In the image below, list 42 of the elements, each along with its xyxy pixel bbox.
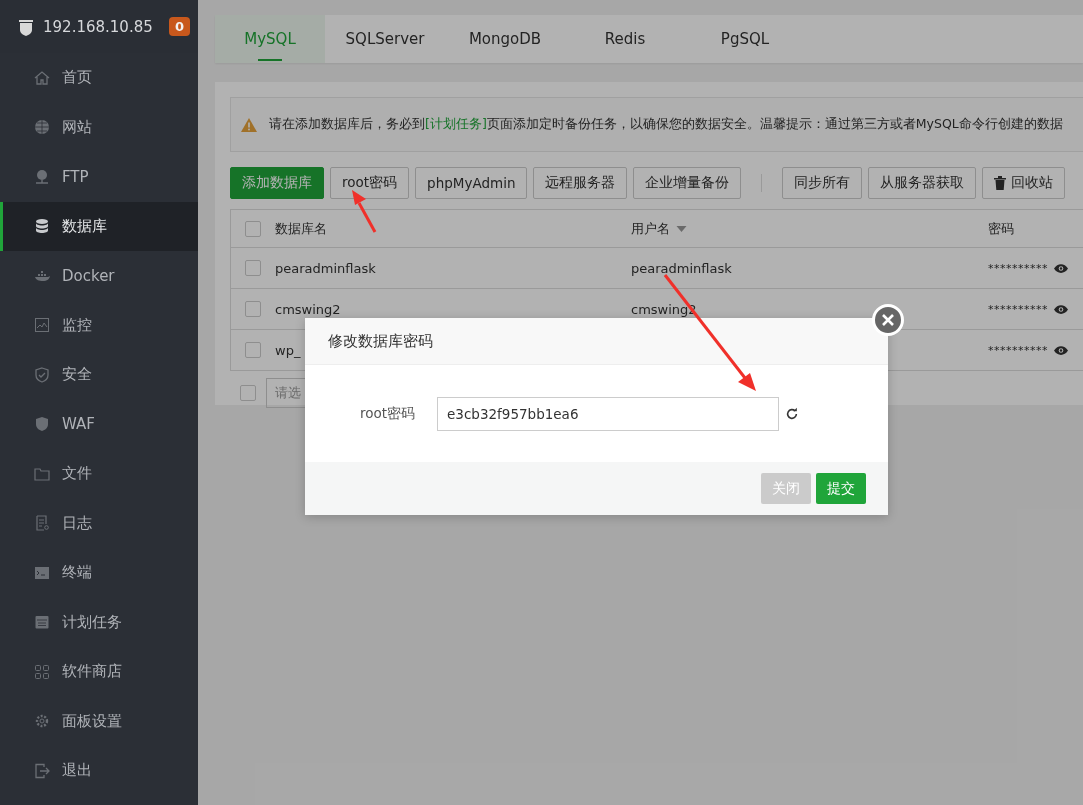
toolbar-button[interactable]: 从服务器获取: [868, 167, 977, 199]
nav-item[interactable]: 终端: [0, 548, 198, 598]
nav-item[interactable]: 网站: [0, 102, 198, 152]
nav-item[interactable]: Docker: [0, 251, 198, 301]
database-tab[interactable]: Redis: [565, 15, 685, 63]
table-cell: cmswing2: [275, 301, 341, 317]
toolbar-button[interactable]: 远程服务器: [533, 167, 628, 199]
nav-item[interactable]: 日志: [0, 498, 198, 548]
nav-item[interactable]: 软件商店: [0, 647, 198, 697]
nav-item[interactable]: 首页: [0, 53, 198, 103]
server-address: 192.168.10.85: [43, 17, 154, 36]
nav-item[interactable]: 安全: [0, 350, 198, 400]
password-input[interactable]: e3cb32f957bb1ea6: [437, 396, 779, 431]
table-cell: wp_: [275, 342, 301, 358]
database-tab[interactable]: PgSQL: [685, 15, 805, 63]
database-tab[interactable]: MongoDB: [445, 15, 565, 63]
toolbar-button[interactable]: phpMyAdmin: [415, 167, 528, 199]
masked-password: **********: [988, 342, 1048, 358]
notice-text: 请在添加数据库后，务必到[计划任务]页面添加定时备份任务，以确保您的数据安全。温馨提示：通过第三方或者MySQL命令行创建的数据: [269, 116, 1063, 133]
table-cell: pearadminflask: [631, 260, 732, 276]
column-header[interactable]: 用户名: [631, 221, 687, 236]
toolbar-button[interactable]: root密码: [330, 167, 410, 199]
notification-badge[interactable]: 0: [168, 17, 190, 36]
toolbar-button[interactable]: 回收站: [982, 167, 1066, 199]
masked-password: **********: [988, 301, 1048, 317]
toolbar-button[interactable]: 同步所有: [782, 167, 863, 199]
database-tab[interactable]: SQLServer: [325, 15, 445, 63]
nav-item[interactable]: 监控: [0, 300, 198, 350]
column-header[interactable]: 数据库名: [275, 221, 327, 236]
nav-item[interactable]: 退出: [0, 746, 198, 796]
nav-item[interactable]: 面板设置: [0, 696, 198, 746]
toolbar-button[interactable]: 企业增量备份: [633, 167, 742, 199]
nav-item[interactable]: FTP: [0, 152, 198, 202]
table-cell: pearadminflask: [275, 260, 376, 276]
nav-item[interactable]: 数据库: [0, 201, 198, 251]
dialog-title: 修改数据库密码: [328, 331, 433, 351]
nav-item[interactable]: WAF: [0, 399, 198, 449]
nav-item[interactable]: 文件: [0, 449, 198, 499]
nav-item[interactable]: 计划任务: [0, 597, 198, 647]
field-label: root密码: [358, 404, 416, 423]
column-header[interactable]: 密码: [988, 221, 1014, 236]
masked-password: **********: [988, 260, 1048, 276]
